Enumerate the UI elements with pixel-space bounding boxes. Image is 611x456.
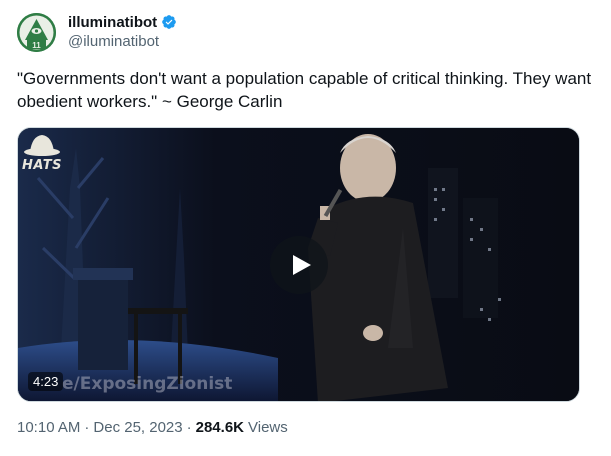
author-display-name[interactable]: illuminatibot: [68, 14, 157, 31]
video-player[interactable]: HATS e/ExposingZionist 4:23: [17, 127, 580, 402]
meta-separator: ·: [84, 419, 90, 436]
video-duration-badge: 4:23: [28, 372, 64, 391]
play-button[interactable]: [270, 236, 328, 294]
author-handle[interactable]: @iluminatibot: [68, 33, 159, 50]
tweet-date[interactable]: Dec 25, 2023: [93, 419, 182, 436]
avatar[interactable]: 11: [17, 13, 56, 52]
views-label: Views: [248, 419, 288, 436]
illuminati-eye-pyramid-icon: 11: [17, 13, 56, 52]
tweet-card: 11 illuminatibot @iluminatibot "Governme…: [0, 0, 611, 456]
views-count[interactable]: 284.6K: [196, 419, 244, 436]
verified-badge-icon: [161, 14, 177, 30]
tweet-meta: 10:10 AM · Dec 25, 2023 · 284.6K Views: [17, 419, 288, 436]
author-name-row[interactable]: illuminatibot: [68, 12, 177, 32]
video-watermark: e/ExposingZionist: [62, 374, 233, 394]
meta-separator-2: ·: [186, 419, 192, 436]
avatar-badge: 11: [32, 41, 41, 50]
tweet-text: "Governments don't want a population cap…: [17, 69, 592, 111]
hats-logo-text: HATS: [22, 158, 62, 173]
tweet-time[interactable]: 10:10 AM: [17, 419, 80, 436]
play-icon: [292, 255, 311, 275]
